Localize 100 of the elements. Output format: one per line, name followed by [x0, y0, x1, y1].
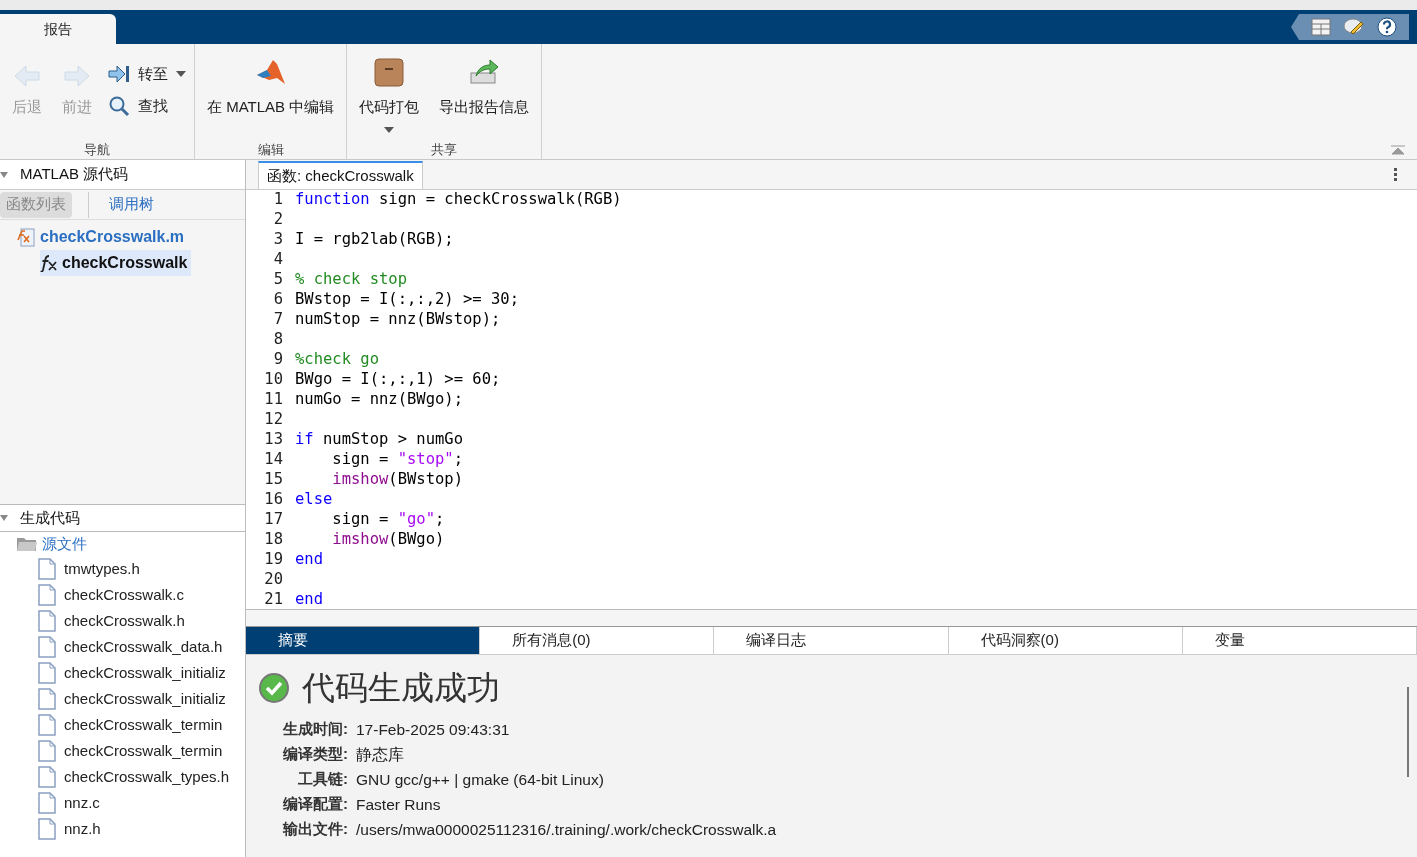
file-icon: [38, 558, 56, 580]
line-number: 1: [272, 189, 283, 211]
code-line: numGo = nnz(BWgo);: [295, 389, 463, 411]
code-line: BWgo = I(:,:,1) >= 60;: [295, 369, 501, 391]
collapse-icon[interactable]: [1391, 145, 1405, 155]
arrow-to-bar-icon: [108, 64, 130, 84]
panel-tab[interactable]: 调用树: [88, 191, 160, 218]
file-icon: [38, 766, 56, 788]
folder-icon: [16, 536, 38, 552]
tree-item[interactable]: checkCrosswalk_initializ: [38, 686, 245, 712]
group-label: 编辑: [256, 140, 285, 159]
panel-title: 生成代码: [19, 507, 80, 528]
line-number: 4: [272, 249, 283, 271]
more-options-icon[interactable]: [1394, 168, 1397, 181]
tree-item[interactable]: checkCrosswalk_types.h: [38, 764, 245, 790]
tree-item[interactable]: checkCrosswalk_termin: [38, 712, 245, 738]
panel-title: MATLAB 源代码: [19, 164, 129, 185]
tree-item[interactable]: checkCrosswalk: [40, 250, 192, 276]
tree-item[interactable]: checkCrosswalk.c: [38, 582, 245, 608]
code-line: end: [295, 589, 323, 611]
field-value: Faster Runs: [356, 794, 441, 815]
code-line: if numStop > numGo: [295, 429, 463, 451]
function-icon: [40, 254, 58, 272]
status-title: 代码生成成功: [302, 668, 500, 709]
line-number: 12: [263, 409, 283, 431]
tree-item[interactable]: checkCrosswalk_termin: [38, 738, 245, 764]
field-label: 输出文件:: [281, 819, 349, 840]
line-number: 3: [272, 229, 283, 251]
field-label: 编译类型:: [282, 744, 349, 765]
tree-item[interactable]: checkCrosswalk_initializ: [38, 660, 245, 686]
code-line: function sign = checkCrosswalk(RGB): [295, 189, 622, 211]
report-tab[interactable]: 所有消息(0): [480, 627, 715, 654]
report-tab[interactable]: 变量: [1182, 627, 1417, 654]
report-tab[interactable]: 代码洞察(0): [948, 627, 1183, 654]
comment-pencil-icon[interactable]: [1343, 17, 1365, 37]
toolstrip-button[interactable]: 在 MATLAB 中编辑: [203, 52, 339, 119]
code-line: BWstop = I(:,:,2) >= 30;: [295, 289, 519, 311]
check-circle-icon: [258, 672, 290, 704]
line-number: 15: [263, 469, 283, 491]
tree-item[interactable]: tmwtypes.h: [38, 556, 245, 582]
file-icon: [38, 662, 56, 684]
line-number: 17: [263, 509, 283, 531]
report-tab[interactable]: 编译日志: [714, 627, 949, 654]
collapse-triangle-icon[interactable]: [0, 171, 8, 178]
search-icon: [108, 95, 130, 117]
layout-icon[interactable]: [1311, 18, 1331, 36]
line-number: 14: [263, 449, 283, 471]
group-label: 共享: [430, 140, 459, 159]
tree-item[interactable]: checkCrosswalk.h: [38, 608, 245, 634]
field-label: 编译配置:: [282, 794, 349, 815]
tree-item[interactable]: nnz.h: [38, 816, 245, 842]
file-icon: [38, 688, 56, 710]
goto-button[interactable]: 转至: [108, 60, 186, 88]
file-icon: [38, 636, 56, 658]
line-number: 10: [263, 369, 283, 391]
line-number: 13: [263, 429, 283, 451]
line-number: 6: [272, 289, 283, 311]
code-line: sign = "stop";: [331, 449, 463, 471]
code-line: imshow(BWgo): [331, 529, 445, 551]
file-icon: [38, 610, 56, 632]
code-line: %check go: [295, 349, 379, 371]
tree-item[interactable]: checkCrosswalk_data.h: [38, 634, 245, 660]
tree-item[interactable]: checkCrosswalk.m: [16, 224, 189, 250]
code-line: numStop = nnz(BWstop);: [295, 309, 501, 331]
line-number: 11: [263, 389, 283, 411]
line-number: 16: [263, 489, 283, 511]
right-arrow-icon: [63, 64, 91, 88]
box-icon: [373, 56, 406, 88]
file-icon: [38, 740, 56, 762]
caret-icon: [176, 71, 186, 77]
line-number: 18: [263, 529, 283, 551]
toolstrip-button[interactable]: 导出报告信息: [435, 52, 534, 119]
field-value: GNU gcc/g++ | gmake (64-bit Linux): [356, 769, 604, 790]
code-line: % check stop: [295, 269, 407, 291]
collapse-triangle-icon[interactable]: [0, 515, 8, 521]
file-icon: [38, 792, 56, 814]
field-label: 生成时间:: [281, 719, 349, 740]
report-tab[interactable]: 摘要: [246, 627, 481, 654]
caret-icon: [384, 126, 395, 133]
line-number: 20: [263, 569, 283, 591]
line-number: 21: [263, 589, 283, 611]
line-number: 5: [272, 269, 283, 291]
file-icon: [38, 714, 56, 736]
file-icon: [38, 818, 56, 840]
help-icon[interactable]: [1377, 17, 1397, 37]
code-line: else: [295, 489, 333, 511]
line-number: 9: [272, 349, 283, 371]
tree-item[interactable]: nnz.c: [38, 790, 245, 816]
code-line: imshow(BWstop): [331, 469, 463, 491]
field-label: 工具链:: [297, 769, 349, 790]
toolstrip-button[interactable]: 代码打包: [355, 52, 424, 133]
field-value: 17-Feb-2025 09:43:31: [356, 719, 510, 740]
code-line: sign = "go";: [331, 509, 445, 531]
tree-item[interactable]: 源文件: [16, 532, 245, 556]
editor-tab[interactable]: 函数: checkCrosswalk: [258, 161, 423, 189]
scrollbar[interactable]: [1407, 687, 1409, 777]
find-button[interactable]: 查找: [108, 92, 186, 120]
group-label: 导航: [83, 140, 111, 159]
left-arrow-icon: [13, 64, 41, 88]
ribbon-tab[interactable]: 报告: [0, 14, 116, 44]
